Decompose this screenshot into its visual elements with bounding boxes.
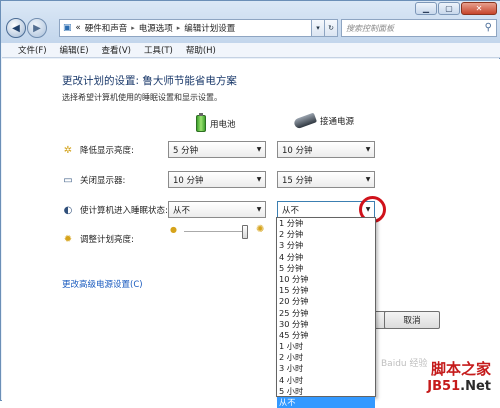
search-icon[interactable]: ⚲ <box>485 22 492 33</box>
power-plug-icon <box>292 112 318 130</box>
dropdown-option[interactable]: 4 小时 <box>277 375 375 386</box>
breadcrumb-edit-plan[interactable]: 编辑计划设置 <box>184 22 235 34</box>
dim-brightness-icon: ✲ <box>63 144 73 156</box>
dropdown-option[interactable]: 3 分钟 <box>277 240 375 251</box>
address-dropdown-icon[interactable]: ▾ <box>311 19 325 37</box>
battery-column-label: 用电池 <box>210 119 236 130</box>
dropdown-option[interactable]: 30 分钟 <box>277 319 375 330</box>
sleep-plugged-value: 从不 <box>282 205 300 216</box>
control-panel-window: ▁ ▢ ✕ ◀ ▶ ▣ « 硬件和声音 ▸ 电源选项 ▸ 编辑计划设置 ▾ ↻ … <box>0 0 500 408</box>
turn-off-display-label: 关闭显示器: <box>80 176 126 186</box>
battery-column-header: 用电池 <box>196 113 236 132</box>
dropdown-option[interactable]: 5 分钟 <box>277 263 375 274</box>
search-input[interactable]: 搜索控制面板 ⚲ <box>341 19 497 37</box>
watermark-line2: JB51.Net <box>427 379 491 394</box>
turn-off-display-battery-select[interactable]: 10 分钟 ▼ <box>168 171 266 188</box>
breadcrumb-overflow[interactable]: « <box>76 23 81 33</box>
watermark-net: .Net <box>460 379 491 394</box>
dropdown-option[interactable]: 3 小时 <box>277 363 375 374</box>
turn-off-display-plugged-value: 15 分钟 <box>282 175 313 186</box>
chevron-right-icon[interactable]: ▸ <box>131 24 135 32</box>
site-watermark: 脚本之家 JB51.Net <box>427 358 491 394</box>
turn-off-display-battery-value: 10 分钟 <box>173 175 204 186</box>
dropdown-option[interactable]: 10 分钟 <box>277 274 375 285</box>
minimize-button[interactable]: ▁ <box>415 2 437 15</box>
dropdown-option[interactable]: 5 小时 <box>277 386 375 397</box>
title-bar: ▁ ▢ ✕ ◀ ▶ ▣ « 硬件和声音 ▸ 电源选项 ▸ 编辑计划设置 ▾ ↻ … <box>1 1 500 43</box>
dim-display-plugged-select[interactable]: 10 分钟 ▼ <box>277 141 375 158</box>
breadcrumb-power[interactable]: 电源选项 <box>139 22 173 34</box>
dropdown-option[interactable]: 15 分钟 <box>277 285 375 296</box>
refresh-icon[interactable]: ↻ <box>324 19 338 37</box>
sleep-label: 使计算机进入睡眠状态: <box>80 206 168 216</box>
menu-help[interactable]: 帮助(H) <box>186 44 216 56</box>
turn-off-display-plugged-select[interactable]: 15 分钟 ▼ <box>277 171 375 188</box>
chevron-down-icon[interactable]: ▼ <box>362 172 374 187</box>
high-brightness-icon: ✺ <box>256 224 265 235</box>
back-button[interactable]: ◀ <box>6 18 26 38</box>
brightness-row: ✹ 调整计划亮度: <box>62 230 134 248</box>
chevron-down-icon[interactable]: ▼ <box>253 172 265 187</box>
plan-settings-panel: 更改计划的设置: 鲁大师节能省电方案 选择希望计算机使用的睡眠设置和显示设置。 … <box>2 59 500 401</box>
sleep-row: ◐ 使计算机进入睡眠状态: <box>62 201 168 219</box>
maximize-button[interactable]: ▢ <box>438 2 460 15</box>
brightness-slider[interactable] <box>184 231 248 233</box>
page-subtitle: 选择希望计算机使用的睡眠设置和显示设置。 <box>62 93 222 102</box>
chevron-down-icon[interactable]: ▼ <box>253 202 265 217</box>
menu-view[interactable]: 查看(V) <box>102 44 131 56</box>
dropdown-option[interactable]: 25 分钟 <box>277 308 375 319</box>
control-panel-icon: ▣ <box>63 23 72 33</box>
sleep-timeout-dropdown-list[interactable]: 1 分钟 2 分钟 3 分钟 4 分钟 5 分钟 10 分钟 15 分钟 20 分钟 25 分钟… <box>276 217 376 408</box>
baidu-watermark: Baidu 经验 <box>381 359 428 369</box>
sleep-battery-select[interactable]: 从不 ▼ <box>168 201 266 218</box>
plugged-column-label: 接通电源 <box>320 117 355 127</box>
moon-icon: ◐ <box>63 204 73 216</box>
menu-bar: 文件(F) 编辑(E) 查看(V) 工具(T) 帮助(H) <box>2 43 500 58</box>
chevron-down-icon[interactable]: ▼ <box>362 142 374 157</box>
dim-display-battery-value: 5 分钟 <box>173 145 199 156</box>
chevron-down-icon[interactable]: ▼ <box>253 142 265 157</box>
watermark-line1: 脚本之家 <box>430 360 491 378</box>
dropdown-option[interactable]: 45 分钟 <box>277 330 375 341</box>
plugged-column-header: 接通电源 <box>292 112 355 130</box>
watermark-jb51: JB51 <box>427 379 461 394</box>
dropdown-option[interactable]: 从不 <box>277 397 375 408</box>
brightness-label: 调整计划亮度: <box>80 235 134 245</box>
dropdown-option[interactable]: 1 分钟 <box>277 218 375 229</box>
breadcrumb-hardware[interactable]: 硬件和声音 <box>85 22 128 34</box>
low-brightness-icon: ● <box>170 225 177 234</box>
address-bar[interactable]: ▣ « 硬件和声音 ▸ 电源选项 ▸ 编辑计划设置 <box>59 19 322 37</box>
dropdown-option[interactable]: 4 分钟 <box>277 252 375 263</box>
cancel-button[interactable]: 取消 <box>384 311 440 329</box>
dim-display-label: 降低显示亮度: <box>80 146 134 156</box>
caption-buttons: ▁ ▢ ✕ <box>415 2 497 15</box>
dropdown-option[interactable]: 2 分钟 <box>277 229 375 240</box>
dropdown-option[interactable]: 20 分钟 <box>277 296 375 307</box>
menu-edit[interactable]: 编辑(E) <box>60 44 89 56</box>
menu-tools[interactable]: 工具(T) <box>144 44 173 56</box>
search-placeholder: 搜索控制面板 <box>346 23 394 33</box>
chevron-right-icon[interactable]: ▸ <box>177 24 181 32</box>
dropdown-option[interactable]: 2 小时 <box>277 352 375 363</box>
menu-file[interactable]: 文件(F) <box>18 44 47 56</box>
brightness-slider-thumb[interactable] <box>242 225 248 239</box>
forward-button[interactable]: ▶ <box>27 18 47 38</box>
brightness-icon: ✹ <box>63 233 73 245</box>
turn-off-display-row: ▭ 关闭显示器: <box>62 171 125 189</box>
page-title: 更改计划的设置: 鲁大师节能省电方案 <box>62 75 237 87</box>
dim-display-plugged-value: 10 分钟 <box>282 145 313 156</box>
battery-icon <box>196 113 206 132</box>
dim-display-row: ✲ 降低显示亮度: <box>62 141 134 159</box>
advanced-power-settings-link[interactable]: 更改高级电源设置(C) <box>62 278 143 290</box>
monitor-icon: ▭ <box>63 174 73 186</box>
dropdown-option[interactable]: 1 小时 <box>277 341 375 352</box>
close-button[interactable]: ✕ <box>461 2 497 15</box>
sleep-battery-value: 从不 <box>173 205 191 216</box>
dim-display-battery-select[interactable]: 5 分钟 ▼ <box>168 141 266 158</box>
